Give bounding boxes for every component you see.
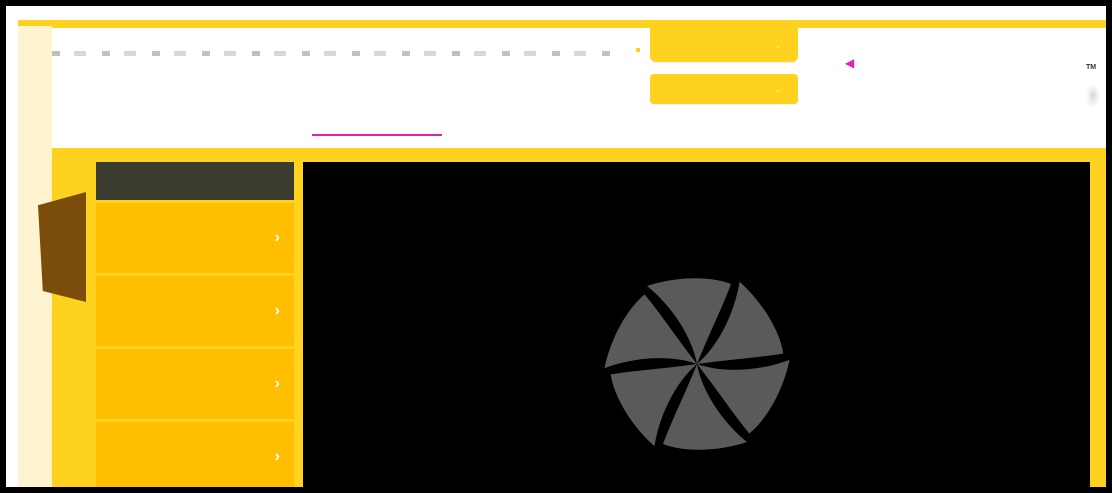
sidebar-item-4[interactable]: › bbox=[96, 419, 294, 487]
sidebar-item-2[interactable]: › bbox=[96, 273, 294, 346]
app-frame: ⌄ ⌄ ◀ TM › › › › bbox=[0, 0, 1112, 493]
right-edge-tab[interactable] bbox=[1104, 194, 1106, 264]
sidebar-item-1[interactable]: › bbox=[96, 200, 294, 273]
nav-separator bbox=[636, 48, 640, 52]
header-link[interactable] bbox=[312, 128, 442, 136]
sidebar: › › › › bbox=[96, 162, 294, 487]
pointer-arrow-icon: ◀ bbox=[845, 56, 855, 70]
sidebar-item-3[interactable]: › bbox=[96, 346, 294, 419]
loading-spinner-icon bbox=[604, 278, 790, 450]
chevron-right-icon: › bbox=[274, 302, 280, 319]
header-dropdown-button-2[interactable]: ⌄ bbox=[650, 74, 798, 104]
side-tab[interactable] bbox=[38, 192, 86, 302]
chevron-right-icon: › bbox=[274, 229, 280, 246]
chevron-down-icon: ⌄ bbox=[774, 84, 782, 94]
chevron-right-icon: › bbox=[274, 375, 280, 392]
header: ⌄ ⌄ ◀ TM bbox=[6, 6, 1106, 142]
header-nav-text bbox=[52, 51, 622, 56]
sidebar-header bbox=[96, 162, 294, 200]
header-dropdown-button-1[interactable]: ⌄ bbox=[650, 28, 798, 62]
top-accent-band bbox=[18, 20, 1106, 28]
chevron-right-icon: › bbox=[274, 448, 280, 465]
trademark-text: TM bbox=[1086, 64, 1097, 71]
corner-decoration bbox=[1086, 84, 1100, 108]
chevron-down-icon: ⌄ bbox=[774, 40, 782, 50]
